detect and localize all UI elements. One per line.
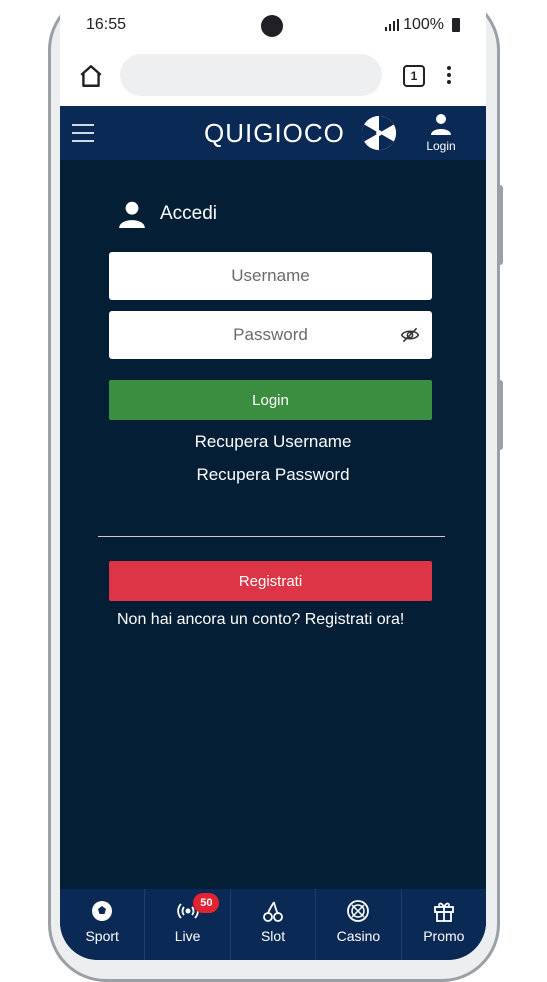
site-header: QUIGIOCO Login (60, 106, 486, 160)
status-bar: 16:55 100% (60, 0, 486, 50)
nav-live[interactable]: 50 Live (145, 889, 231, 960)
power-button (497, 380, 503, 450)
tab-switcher-icon[interactable]: 1 (403, 65, 425, 87)
login-title: Accedi (160, 203, 218, 224)
app-content: QUIGIOCO Login Accedi Username Login Rec… (60, 106, 486, 960)
login-heading: Accedi (118, 200, 217, 228)
address-bar[interactable] (120, 54, 382, 96)
signal-icon (385, 19, 400, 31)
eye-slash-icon[interactable] (400, 325, 420, 345)
cherries-icon (263, 901, 283, 922)
nav-casino-label: Casino (336, 928, 381, 944)
bottom-nav: Sport 50 Live Slot Casino Promo (60, 889, 486, 960)
nav-promo[interactable]: Promo (402, 889, 486, 960)
divider (98, 536, 445, 537)
screen: 16:55 100% 1 QUIGIOCO Login Accedi Usern… (60, 0, 486, 960)
nav-slot-label: Slot (260, 928, 286, 944)
roulette-icon (347, 900, 370, 922)
password-input[interactable] (109, 310, 432, 360)
register-button[interactable]: Registrati (109, 561, 432, 601)
username-input[interactable] (109, 251, 432, 301)
volume-button (497, 185, 503, 265)
soccer-ball-icon (92, 901, 113, 921)
header-login-label: Login (426, 139, 456, 153)
user-icon (119, 201, 145, 228)
login-button[interactable]: Login (109, 380, 432, 420)
nav-sport[interactable]: Sport (60, 889, 146, 960)
wheel-logo-icon (361, 115, 397, 151)
header-login-button[interactable]: Login (422, 112, 460, 153)
gift-icon (433, 902, 454, 922)
battery-percent: 100% (403, 16, 444, 33)
browser-toolbar: 1 (60, 50, 486, 106)
site-logo[interactable]: QUIGIOCO (204, 118, 345, 149)
register-prompt: Non hai ancora un conto? Registrati ora! (117, 611, 405, 628)
status-right: 100% (385, 16, 460, 34)
nav-casino[interactable]: Casino (316, 889, 402, 960)
hamburger-menu-icon[interactable] (72, 124, 94, 142)
password-field[interactable] (109, 310, 432, 360)
battery-icon (452, 18, 460, 32)
nav-live-label: Live (174, 928, 201, 944)
username-field[interactable] (109, 251, 432, 301)
camera-cutout (261, 15, 283, 37)
status-time: 16:55 (86, 16, 127, 33)
nav-slot[interactable]: Slot (231, 889, 317, 960)
more-menu-icon[interactable] (446, 64, 452, 86)
recover-username-link[interactable]: Recupera Username (60, 432, 486, 452)
nav-promo-label: Promo (423, 928, 465, 944)
home-icon[interactable] (78, 63, 104, 89)
recover-password-link[interactable]: Recupera Password (60, 465, 486, 485)
live-count-badge: 50 (193, 893, 220, 913)
nav-sport-label: Sport (85, 928, 119, 944)
user-icon (431, 114, 451, 135)
